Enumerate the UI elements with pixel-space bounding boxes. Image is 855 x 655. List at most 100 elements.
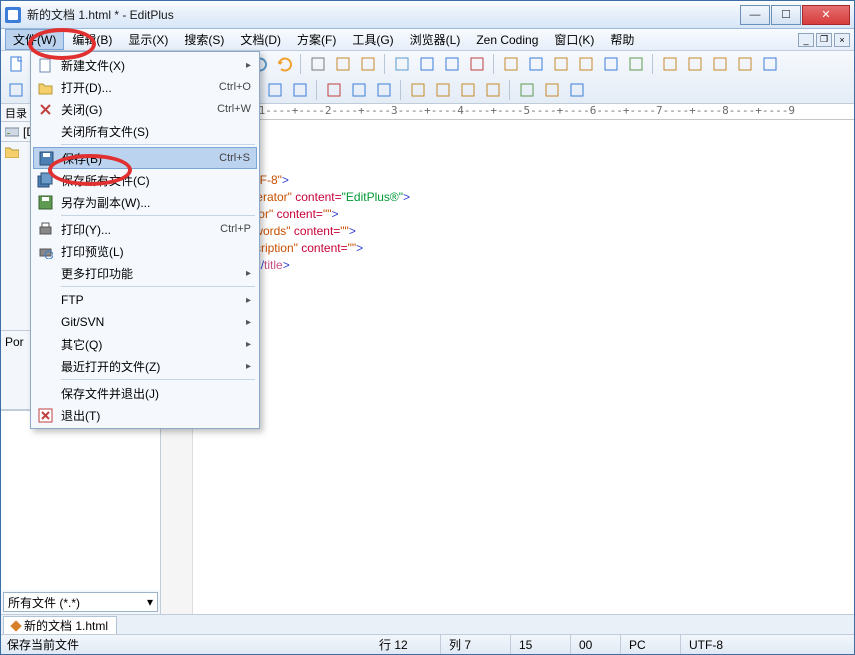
preview-icon <box>33 243 57 259</box>
menu-item-shortcut: Ctrl+P <box>220 223 251 235</box>
menu-item-shortcut: Ctrl+S <box>219 152 250 164</box>
menu-item-x[interactable]: 新建文件(X)▸ <box>33 54 257 76</box>
toolbar-button[interactable] <box>759 53 781 75</box>
window-title: 新的文档 1.html * - EditPlus <box>27 6 739 23</box>
file-filter[interactable]: 所有文件 (*.*) ▾ <box>3 592 158 612</box>
status-ovr: 00 <box>571 635 621 654</box>
file-menu-dropdown: 新建文件(X)▸打开(D)...Ctrl+O关闭(G)Ctrl+W关闭所有文件(… <box>30 51 260 429</box>
document-tab[interactable]: 新的文档 1.html <box>3 616 117 634</box>
toolbar-button[interactable] <box>500 53 522 75</box>
menu-window[interactable]: 窗口(K) <box>546 29 602 50</box>
menu-item-label: 保存(B) <box>58 150 219 167</box>
toolbar-button[interactable] <box>734 53 756 75</box>
toolbar-button[interactable] <box>348 79 370 101</box>
menu-item-[interactable]: 更多打印功能▸ <box>33 262 257 284</box>
menu-item-j[interactable]: 保存文件并退出(J) <box>33 382 257 404</box>
menu-document[interactable]: 文档(D) <box>232 29 289 50</box>
toolbar-button[interactable] <box>407 79 429 101</box>
submenu-arrow-icon: ▸ <box>246 339 251 350</box>
modified-icon <box>10 620 21 631</box>
toolbar-button[interactable] <box>264 79 286 101</box>
menu-view[interactable]: 显示(X) <box>120 29 176 50</box>
menu-item-s[interactable]: 关闭所有文件(S) <box>33 120 257 142</box>
toolbar-button[interactable] <box>289 79 311 101</box>
menu-item-b[interactable]: 保存(B)Ctrl+S <box>33 147 257 169</box>
toolbar-button[interactable] <box>273 53 295 75</box>
status-line: 行 12 <box>371 635 441 654</box>
toolbar-button[interactable] <box>357 53 379 75</box>
new-icon <box>33 57 57 73</box>
menu-search[interactable]: 搜索(S) <box>176 29 232 50</box>
toolbar-button[interactable] <box>466 53 488 75</box>
title-bar[interactable]: 新的文档 1.html * - EditPlus — ☐ ✕ <box>1 1 854 29</box>
menu-item-label: 保存文件并退出(J) <box>57 385 251 402</box>
toolbar-button[interactable] <box>482 79 504 101</box>
mdi-minimize[interactable]: _ <box>798 33 814 47</box>
toolbar-button[interactable] <box>575 53 597 75</box>
saveas-icon <box>33 194 57 210</box>
menu-item-g[interactable]: 关闭(G)Ctrl+W <box>33 98 257 120</box>
toolbar-button[interactable] <box>323 79 345 101</box>
mdi-restore[interactable]: ❐ <box>816 33 832 47</box>
toolbar-button[interactable] <box>550 53 572 75</box>
menu-item-l[interactable]: 打印预览(L) <box>33 240 257 262</box>
toolbar-button[interactable] <box>5 53 27 75</box>
toolbar-button[interactable] <box>600 53 622 75</box>
code-editor[interactable]: html> ="en"> harset="UTF-8"> ame="Genera… <box>161 120 854 614</box>
menu-item-label: 打开(D)... <box>57 79 219 96</box>
toolbar-button[interactable] <box>5 79 27 101</box>
menu-item-ftp[interactable]: FTP▸ <box>33 289 257 311</box>
menu-item-label: 新建文件(X) <box>57 57 246 74</box>
toolbar-button[interactable] <box>625 53 647 75</box>
toolbar-button[interactable] <box>516 79 538 101</box>
drive-icon <box>5 126 19 138</box>
minimize-button[interactable]: — <box>740 5 770 25</box>
toolbar-button[interactable] <box>391 53 413 75</box>
status-message: 保存当前文件 <box>1 636 371 653</box>
maximize-button[interactable]: ☐ <box>771 5 801 25</box>
toolbar-button[interactable] <box>416 53 438 75</box>
menu-item-y[interactable]: 打印(Y)...Ctrl+P <box>33 218 257 240</box>
close-button[interactable]: ✕ <box>802 5 850 25</box>
status-bar: 保存当前文件 行 12 列 7 15 00 PC UTF-8 <box>1 634 854 654</box>
mdi-close[interactable]: × <box>834 33 850 47</box>
menu-help[interactable]: 帮助 <box>602 29 642 50</box>
toolbar-button[interactable] <box>307 53 329 75</box>
toolbar-button[interactable] <box>332 53 354 75</box>
menu-item-label: 关闭(G) <box>57 101 217 118</box>
menu-item-z[interactable]: 最近打开的文件(Z)▸ <box>33 355 257 377</box>
menu-file[interactable]: 文件(W) <box>5 29 64 50</box>
submenu-arrow-icon: ▸ <box>246 317 251 328</box>
ruler: ----+----1----+----2----+----3----+----4… <box>161 104 854 120</box>
file-list-item[interactable]: Por <box>5 335 24 349</box>
submenu-arrow-icon: ▸ <box>246 60 251 71</box>
toolbar-button[interactable] <box>432 79 454 101</box>
menu-item-c[interactable]: 保存所有文件(C) <box>33 169 257 191</box>
menu-item-shortcut: Ctrl+O <box>219 81 251 93</box>
toolbar-button[interactable] <box>373 79 395 101</box>
menu-item-label: 保存所有文件(C) <box>57 172 251 189</box>
menu-tools[interactable]: 工具(G) <box>344 29 401 50</box>
toolbar-button[interactable] <box>659 53 681 75</box>
menu-item-label: 退出(T) <box>57 407 251 424</box>
menu-edit[interactable]: 编辑(B) <box>64 29 120 50</box>
toolbar-button[interactable] <box>566 79 588 101</box>
menu-item-t[interactable]: 退出(T) <box>33 404 257 426</box>
submenu-arrow-icon: ▸ <box>246 361 251 372</box>
toolbar-button[interactable] <box>709 53 731 75</box>
menu-item-d[interactable]: 打开(D)...Ctrl+O <box>33 76 257 98</box>
menu-project[interactable]: 方案(F) <box>289 29 344 50</box>
menu-item-label: 最近打开的文件(Z) <box>57 358 246 375</box>
menu-item-label: Git/SVN <box>57 315 246 329</box>
open-icon <box>33 79 57 95</box>
toolbar-button[interactable] <box>441 53 463 75</box>
menu-item-gitsvn[interactable]: Git/SVN▸ <box>33 311 257 333</box>
toolbar-button[interactable] <box>541 79 563 101</box>
menu-browser[interactable]: 浏览器(L) <box>402 29 469 50</box>
menu-item-q[interactable]: 其它(Q)▸ <box>33 333 257 355</box>
toolbar-button[interactable] <box>525 53 547 75</box>
menu-item-w[interactable]: 另存为副本(W)... <box>33 191 257 213</box>
toolbar-button[interactable] <box>457 79 479 101</box>
menu-zen[interactable]: Zen Coding <box>468 31 546 49</box>
toolbar-button[interactable] <box>684 53 706 75</box>
